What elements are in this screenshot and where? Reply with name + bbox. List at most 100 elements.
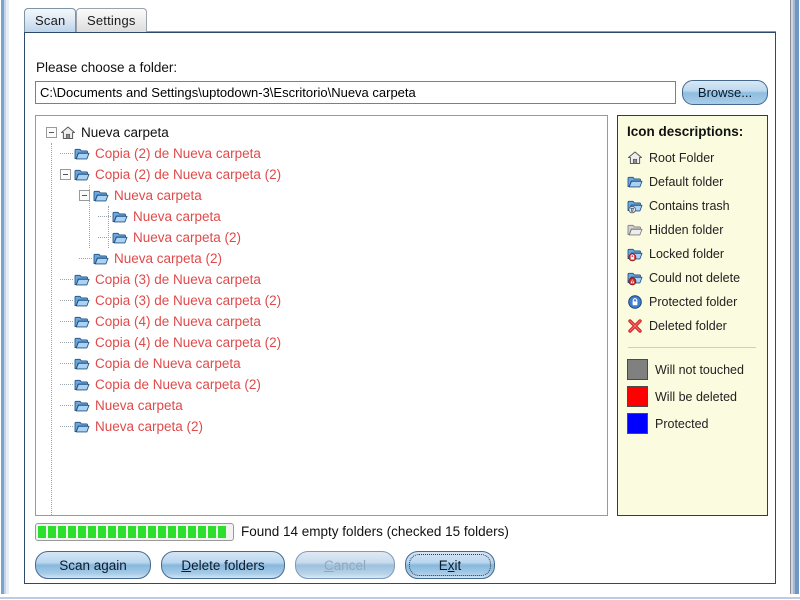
default-folder-icon	[627, 176, 643, 188]
tree-node-label: Nueva carpeta (2)	[95, 419, 204, 434]
progress-segment	[168, 526, 176, 538]
default-folder-icon	[74, 316, 90, 327]
legend-icon-row: Hidden folder	[627, 218, 767, 242]
tree-node-label: Copia de Nueva carpeta	[95, 356, 241, 371]
tab-settings[interactable]: Settings	[76, 8, 147, 32]
tree-row[interactable]: Nueva carpeta	[42, 185, 607, 206]
tree-row[interactable]: Copia (2) de Nueva carpeta	[42, 143, 607, 164]
legend-icon-label: Deleted folder	[649, 319, 727, 333]
scan-tab-panel: Please choose a folder: Browse... Nueva …	[24, 32, 776, 584]
legend-icon-row: Could not delete	[627, 266, 767, 290]
legend-color-row: Will not touched	[627, 356, 767, 383]
tree-row[interactable]: Copia de Nueva carpeta	[42, 353, 607, 374]
tree-connector-line	[60, 341, 73, 344]
tree-collapse-toggle[interactable]	[60, 169, 71, 180]
default-folder-icon	[93, 190, 109, 201]
progress-segment	[58, 526, 66, 538]
folder-path-input[interactable]	[35, 81, 676, 104]
tree-root-row[interactable]: Nueva carpeta	[42, 122, 607, 143]
legend-icon-row: Locked folder	[627, 242, 767, 266]
progress-segment	[128, 526, 136, 538]
legend-divider	[628, 347, 756, 348]
tree-connector-line	[60, 362, 73, 365]
legend-icon-list: Root Folder Default folder Contains trash H…	[627, 146, 767, 338]
tree-row[interactable]: Copia de Nueva carpeta (2)	[42, 374, 607, 395]
scan-again-button-label: Scan again	[59, 557, 127, 573]
tree-connector-line	[60, 278, 73, 281]
legend-icon-label: Root Folder	[649, 151, 715, 165]
tree-guide-line	[89, 185, 90, 248]
tree-connector-line	[98, 215, 111, 218]
tree-node-label: Nueva carpeta	[95, 398, 183, 413]
legend-icon-label: Could not delete	[649, 271, 741, 285]
tree-collapse-toggle[interactable]	[46, 127, 57, 138]
tree-node-label: Copia (4) de Nueva carpeta	[95, 314, 261, 329]
progress-segment	[138, 526, 146, 538]
deleted-folder-icon	[628, 319, 642, 333]
default-folder-icon	[112, 211, 128, 222]
scan-again-button[interactable]: Scan again	[35, 551, 151, 579]
tree-row[interactable]: Copia (3) de Nueva carpeta (2)	[42, 290, 607, 311]
exit-button[interactable]: Exit	[405, 551, 495, 579]
tree-row[interactable]: Nueva carpeta (2)	[42, 227, 607, 248]
legend-color-label: Will be deleted	[655, 389, 737, 404]
default-folder-icon	[74, 148, 90, 159]
folder-chooser-label: Please choose a folder:	[36, 60, 178, 75]
hidden-folder-icon	[627, 224, 643, 236]
tree-node-label: Nueva carpeta	[114, 188, 202, 203]
legend-color-row: Protected	[627, 410, 767, 437]
tree-connector-line	[98, 236, 111, 239]
legend-color-row: Will be deleted	[627, 383, 767, 410]
browse-button[interactable]: Browse...	[682, 80, 768, 105]
folder-tree[interactable]: Nueva carpeta Copia (2) de Nueva carpeta C…	[35, 115, 608, 516]
tree-row[interactable]: Nueva carpeta	[42, 395, 607, 416]
tree-node-label: Nueva carpeta	[81, 125, 169, 140]
accelerator-char: C	[323, 557, 334, 573]
window-border-left	[0, 0, 10, 600]
tree-node-label: Copia (4) de Nueva carpeta (2)	[95, 335, 282, 350]
delete-folders-button-label: Delete folders	[181, 557, 265, 573]
tree-row[interactable]: Copia (4) de Nueva carpeta	[42, 311, 607, 332]
progress-segment	[148, 526, 156, 538]
scan-progress-bar	[35, 523, 234, 541]
exit-button-label: Exit	[438, 557, 462, 573]
progress-segment	[198, 526, 206, 538]
tree-row[interactable]: Copia (2) de Nueva carpeta (2)	[42, 164, 607, 185]
tab-scan[interactable]: Scan	[24, 8, 77, 32]
tree-row[interactable]: Copia (3) de Nueva carpeta	[42, 269, 607, 290]
accelerator-char: D	[181, 557, 192, 573]
default-folder-icon	[74, 169, 90, 180]
legend-color-list: Will not touched Will be deleted Protected	[627, 356, 767, 437]
legend-icon-row: Contains trash	[627, 194, 767, 218]
default-folder-icon	[74, 379, 90, 390]
accelerator-char: x	[447, 557, 455, 573]
icon-legend-panel: Icon descriptions: Root Folder Default fo…	[617, 115, 768, 516]
tree-connector-line	[60, 404, 73, 407]
tree-node-label: Nueva carpeta (2)	[114, 251, 223, 266]
tab-settings-label: Settings	[87, 13, 136, 28]
progress-segment	[158, 526, 166, 538]
tree-row[interactable]: Nueva carpeta	[42, 206, 607, 227]
legend-icon-label: Locked folder	[649, 247, 725, 261]
tree-node-label: Copia de Nueva carpeta (2)	[95, 377, 261, 392]
default-folder-icon	[74, 400, 90, 411]
legend-icon-label: Protected folder	[649, 295, 738, 309]
delete-folders-button[interactable]: Delete folders	[161, 551, 285, 579]
progress-segment	[88, 526, 96, 538]
browse-button-label: Browse...	[697, 85, 753, 100]
tree-row[interactable]: Nueva carpeta (2)	[42, 416, 607, 437]
tree-row[interactable]: Nueva carpeta (2)	[42, 248, 607, 269]
legend-icon-row: Protected folder	[627, 290, 767, 314]
trash-folder-icon	[627, 200, 643, 214]
default-folder-icon	[74, 358, 90, 369]
tree-node-label: Nueva carpeta	[133, 209, 221, 224]
tree-connector-line	[79, 257, 92, 260]
default-folder-icon	[112, 232, 128, 243]
tree-node-label: Copia (2) de Nueva carpeta (2)	[95, 167, 282, 182]
tree-row[interactable]: Copia (4) de Nueva carpeta (2)	[42, 332, 607, 353]
progress-segment	[118, 526, 126, 538]
tree-guide-line	[108, 206, 109, 248]
window-border-bottom	[0, 594, 800, 600]
legend-icon-label: Contains trash	[649, 199, 730, 213]
progress-segment	[78, 526, 86, 538]
